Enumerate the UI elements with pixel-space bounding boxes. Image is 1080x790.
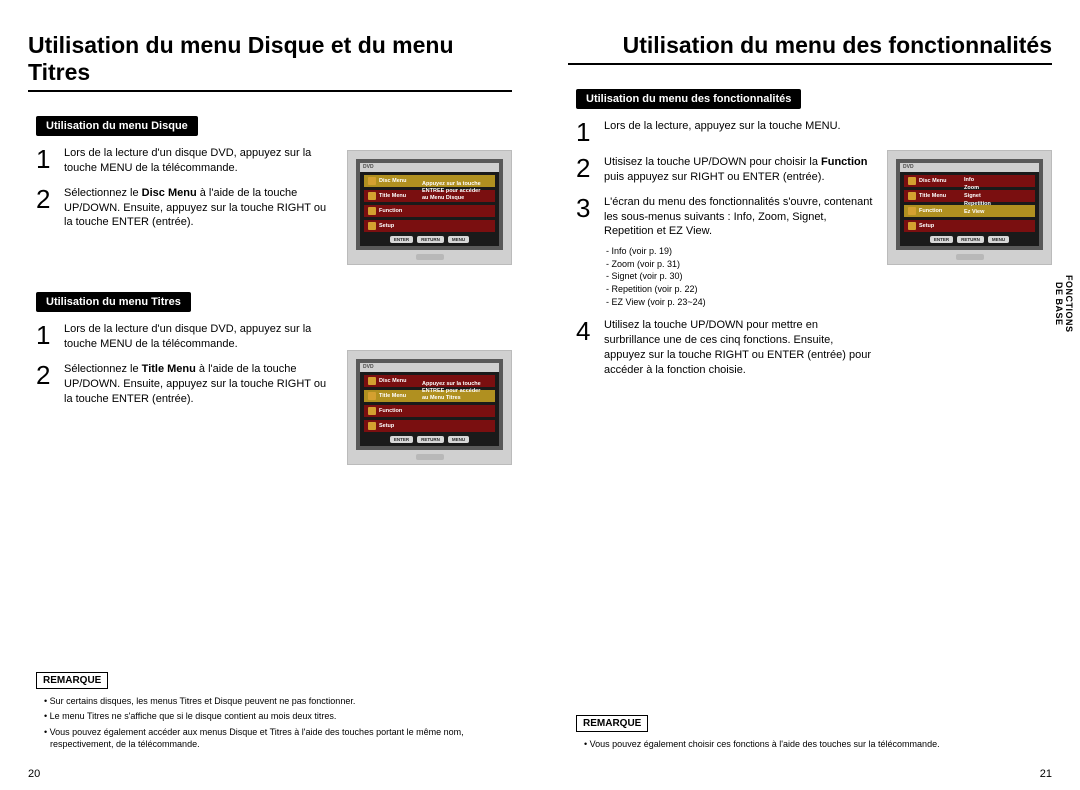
tv-submenu: Info Zoom Signet Repetition Ez View — [964, 177, 991, 215]
page-number-left: 20 — [28, 768, 40, 780]
step-text: Lors de la lecture d'un disque DVD, appu… — [64, 146, 336, 176]
tv-message: Appuyez sur la touche ENTREE pour accéde… — [422, 181, 481, 202]
step-number: 1 — [576, 119, 600, 145]
step-number: 1 — [36, 146, 60, 172]
setup-icon — [368, 422, 376, 430]
step-number: 2 — [576, 155, 600, 181]
function-icon — [908, 207, 916, 215]
setup-icon — [908, 222, 916, 230]
disc-icon — [368, 377, 376, 385]
page-left: Utilisation du menu Disque et du menu Ti… — [0, 0, 540, 790]
tv-illustration-titre: DVD Disc Menu Title Menu Function Setup … — [347, 350, 512, 465]
remarque-list-left: Sur certains disques, les menus Titres e… — [44, 695, 512, 751]
tv-illustration-function: DVD Disc Menu Title Menu Function Setup … — [887, 150, 1052, 265]
step-number: 3 — [576, 195, 600, 221]
step-text: Utisisez la touche UP/DOWN pour choisir … — [604, 155, 876, 185]
step-number: 2 — [36, 362, 60, 388]
page-number-right: 21 — [1040, 768, 1052, 780]
side-tab: FONCTIONS DE BASE — [1054, 275, 1074, 333]
title-icon — [908, 192, 916, 200]
step-text: Lors de la lecture d'un disque DVD, appu… — [64, 322, 336, 352]
tv-illustration-disc: DVD Disc Menu Title Menu Function Setup … — [347, 150, 512, 265]
chip-title-menu: Utilisation du menu Titres — [36, 292, 191, 312]
page-right: Utilisation du menu des fonctionnalités … — [540, 0, 1080, 790]
step-number: 1 — [36, 322, 60, 348]
disc-icon — [908, 177, 916, 185]
step-number: 2 — [36, 186, 60, 212]
step-text: Lors de la lecture, appuyez sur la touch… — [604, 119, 876, 134]
step-text: Sélectionnez le Disc Menu à l'aide de la… — [64, 186, 336, 231]
setup-icon — [368, 222, 376, 230]
step-text: L'écran du menu des fonctionnalités s'ou… — [604, 195, 876, 309]
remarque-item: Le menu Titres ne s'affiche que si le di… — [44, 710, 512, 723]
step3-sublist: Info (voir p. 19) Zoom (voir p. 31) Sign… — [606, 245, 876, 308]
page-title-left: Utilisation du menu Disque et du menu Ti… — [28, 32, 512, 92]
remarque-item: Vous pouvez également accéder aux menus … — [44, 726, 512, 751]
chip-disc-menu: Utilisation du menu Disque — [36, 116, 198, 136]
remarque-item: Vous pouvez également choisir ces foncti… — [584, 738, 1052, 751]
disc-icon — [368, 177, 376, 185]
title-icon — [368, 392, 376, 400]
remarque-list-right: Vous pouvez également choisir ces foncti… — [584, 738, 1052, 751]
remarque-label: REMARQUE — [36, 672, 108, 689]
step-number: 4 — [576, 318, 600, 344]
remarque-item: Sur certains disques, les menus Titres e… — [44, 695, 512, 708]
remarque-label: REMARQUE — [576, 715, 648, 732]
page-title-right: Utilisation du menu des fonctionnalités — [568, 32, 1052, 65]
function-icon — [368, 207, 376, 215]
step-text: Sélectionnez le Title Menu à l'aide de l… — [64, 362, 336, 407]
chip-function-menu: Utilisation du menu des fonctionnalités — [576, 89, 801, 109]
step-text: Utilisez la touche UP/DOWN pour mettre e… — [604, 318, 876, 377]
title-icon — [368, 192, 376, 200]
function-icon — [368, 407, 376, 415]
tv-message: Appuyez sur la touche ENTREE pour accéde… — [422, 381, 481, 402]
